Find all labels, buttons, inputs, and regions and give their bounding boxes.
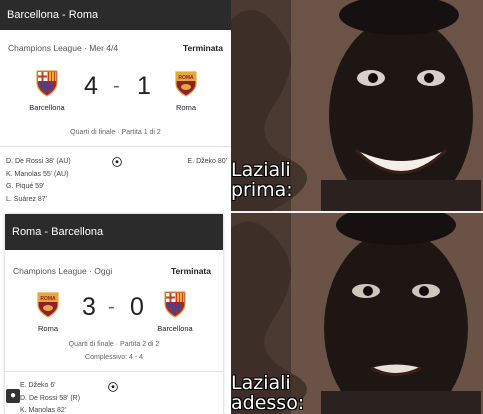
barcelona-crest — [164, 291, 186, 318]
scorer-item: E. Džeko 80' — [187, 158, 227, 165]
scorer-item: K. Manolas 82' — [20, 407, 67, 414]
svg-text:ROMA: ROMA — [178, 75, 194, 81]
home-team-name: Roma — [37, 324, 58, 333]
caption-before: Laziali prima: — [231, 160, 293, 200]
caption-line: Laziali — [231, 159, 291, 181]
roma-crest: ROMA — [37, 292, 59, 318]
meme-photo-before: Laziali prima: — [231, 0, 483, 211]
soccer-ball-icon — [112, 157, 122, 167]
home-scorers: E. Džeko 6' D. De Rossi 58' (R) K. Manol… — [20, 380, 80, 414]
away-scorers: E. Džeko 80' — [188, 156, 227, 169]
svg-text:ROMA: ROMA — [40, 296, 56, 302]
away-team[interactable]: ROMA Roma — [156, 69, 216, 112]
away-team-name: Barcellona — [157, 324, 193, 333]
match-header: Barcellona - Roma — [0, 0, 231, 30]
divider — [5, 371, 223, 372]
home-scorers: D. De Rossi 38' (AU) K. Manolas 55' (AU)… — [6, 156, 71, 206]
match-round: Quarti di finale · Partita 2 di 2 — [68, 341, 160, 348]
roma-crest: ROMA — [175, 71, 197, 97]
scorer-item: D. De Rossi 58' (R) — [20, 394, 81, 402]
away-score: 1 — [137, 72, 151, 100]
match-header: Roma - Barcellona — [5, 214, 223, 250]
match-round: Quarti di finale · Partita 1 di 2 — [70, 129, 161, 136]
caption-line: adesso: — [231, 392, 305, 414]
caption-line: prima: — [231, 179, 293, 201]
caption-after: Laziali adesso: — [231, 373, 304, 413]
scorer-item: G. Piqué 59' — [6, 183, 45, 190]
match-title: Barcellona - Roma — [7, 9, 99, 21]
match-status: Terminata — [183, 43, 223, 53]
competition-label: Champions League · Oggi — [13, 266, 113, 276]
user-icon[interactable]: ● — [6, 389, 20, 403]
competition-label: Champions League · Mer 4/4 — [8, 43, 119, 53]
scorer-item: L. Suárez 87' — [6, 195, 48, 203]
scorer-item: E. Džeko 6' — [20, 382, 56, 389]
match-meta: Champions League · Oggi Terminata — [13, 266, 211, 276]
match-meta: Champions League · Mer 4/4 Terminata — [8, 43, 223, 53]
match-card-before[interactable]: Barcellona - Roma Champions League · Mer… — [0, 0, 231, 211]
divider — [0, 146, 231, 147]
match-card-after[interactable]: Roma - Barcellona Champions League · Ogg… — [5, 214, 223, 414]
away-team-name: Roma — [175, 103, 196, 112]
match-status: Terminata — [171, 266, 211, 276]
scorer-item: K. Manolas 55' (AU) — [6, 170, 69, 178]
home-team-name: Barcellona — [29, 103, 65, 112]
score-separator: - — [113, 75, 120, 97]
barcelona-crest — [36, 70, 58, 97]
home-score: 3 — [82, 293, 96, 321]
scorer-item: D. De Rossi 38' (AU) — [6, 158, 71, 165]
caption-line: Laziali — [231, 372, 291, 394]
aggregate-score: Complessivo: 4 - 4 — [85, 354, 143, 361]
away-team[interactable]: Barcellona — [145, 290, 205, 333]
away-score: 0 — [130, 293, 144, 321]
soccer-ball-icon — [108, 382, 118, 392]
match-title: Roma - Barcellona — [12, 226, 104, 238]
score-separator: - — [108, 296, 115, 318]
home-team[interactable]: ROMA Roma — [18, 290, 78, 333]
meme-photo-after: Laziali adesso: — [231, 211, 483, 414]
home-score: 4 — [84, 72, 98, 100]
home-team[interactable]: Barcellona — [17, 69, 77, 112]
